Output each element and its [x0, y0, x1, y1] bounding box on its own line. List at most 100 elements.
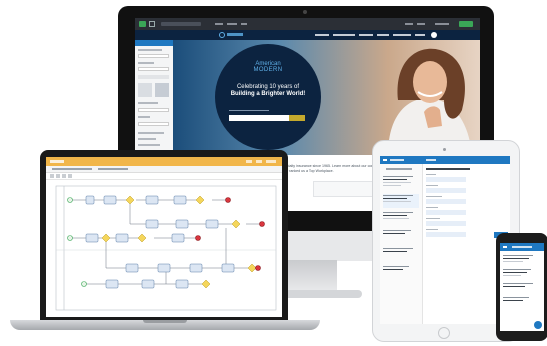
add-button[interactable] — [534, 321, 542, 329]
toolbar-item[interactable] — [417, 23, 425, 25]
list-heading — [386, 168, 412, 170]
field-label — [426, 174, 436, 175]
site-nav-item[interactable] — [333, 34, 355, 36]
field-value[interactable] — [426, 177, 466, 182]
menu-icon[interactable] — [503, 246, 507, 248]
tool-icon[interactable] — [50, 174, 54, 178]
field-value[interactable] — [426, 221, 466, 226]
diagram-tab-bar — [46, 166, 282, 173]
field-label — [426, 218, 440, 219]
site-header — [135, 30, 480, 40]
quote-button[interactable] — [289, 115, 305, 121]
header-action[interactable] — [246, 160, 252, 163]
toolbar-item[interactable] — [227, 23, 237, 25]
tablet-app-header — [380, 156, 510, 164]
site-nav-item[interactable] — [359, 34, 373, 36]
site-logo-wordmark — [227, 33, 243, 36]
hero-banner: American MODERN Celebrating 10 years of … — [173, 40, 480, 155]
list-item[interactable] — [383, 230, 419, 244]
field-value[interactable] — [426, 199, 466, 204]
field-value[interactable] — [426, 210, 466, 215]
side-panel-header — [135, 40, 173, 46]
toolbar-item[interactable] — [215, 23, 223, 25]
user-avatar[interactable] — [431, 32, 437, 38]
list-item[interactable] — [383, 248, 419, 262]
laptop-screen — [46, 157, 282, 317]
menu-icon[interactable] — [383, 159, 387, 161]
zip-code-input[interactable] — [229, 115, 289, 121]
phone-app-header — [500, 243, 544, 251]
toolbar-item[interactable] — [241, 23, 247, 25]
content-card[interactable] — [313, 181, 375, 197]
diagram-tab[interactable] — [52, 168, 92, 170]
phone-list-item[interactable] — [503, 255, 541, 267]
field-label — [426, 196, 442, 197]
monitor-camera — [303, 10, 307, 14]
hero-circle: American MODERN Celebrating 10 years of … — [215, 44, 321, 150]
app-logo — [50, 160, 64, 163]
hero-photo — [388, 48, 472, 155]
side-panel-field[interactable] — [138, 122, 169, 126]
header-title — [512, 246, 532, 248]
toolbar-item[interactable] — [405, 23, 413, 25]
detail-title — [426, 168, 470, 170]
tablet-camera — [443, 148, 446, 151]
hero-heading-line1: Celebrating 10 years of — [236, 84, 300, 90]
side-panel-label — [138, 144, 160, 146]
pages-icon[interactable] — [149, 21, 155, 27]
task-list — [380, 164, 423, 324]
field-label — [426, 207, 438, 208]
publish-button[interactable] — [459, 21, 473, 27]
site-logo-icon — [219, 32, 225, 38]
side-panel-label — [138, 116, 150, 118]
page-selector[interactable] — [161, 22, 201, 26]
phone-screen — [500, 243, 544, 331]
side-panel-label — [138, 138, 156, 140]
site-nav-item[interactable] — [393, 34, 411, 36]
side-panel-label — [138, 49, 162, 51]
tablet-home-button[interactable] — [438, 327, 450, 339]
side-panel-label — [138, 62, 154, 64]
phone-list-item[interactable] — [503, 297, 541, 309]
bpm-app-header — [46, 157, 282, 166]
tool-icon[interactable] — [68, 174, 72, 178]
phone-list-item[interactable] — [503, 283, 541, 295]
side-panel-field[interactable] — [138, 108, 169, 112]
field-label — [426, 185, 438, 186]
side-panel-thumbnail[interactable] — [155, 83, 169, 97]
tool-icon[interactable] — [62, 174, 66, 178]
phone-list-item[interactable] — [503, 269, 541, 281]
field-value[interactable] — [426, 232, 466, 237]
diagram-toolbar — [46, 173, 282, 180]
side-panel-label — [138, 102, 158, 104]
header-action[interactable] — [256, 160, 262, 163]
tablet-screen — [380, 156, 510, 324]
side-panel-field[interactable] — [138, 54, 169, 58]
diagram-tab[interactable] — [98, 168, 128, 170]
hero-form-label — [229, 110, 269, 111]
side-panel-section[interactable] — [138, 75, 169, 79]
hero-heading-line2: Building a Brighter World! — [230, 91, 306, 97]
site-nav-item[interactable] — [315, 34, 329, 36]
bpmn-diagram[interactable] — [46, 180, 282, 317]
field-value[interactable] — [426, 188, 466, 193]
list-item[interactable] — [383, 266, 419, 280]
site-nav-item[interactable] — [415, 34, 425, 36]
list-item[interactable] — [383, 212, 419, 226]
list-item[interactable] — [383, 176, 419, 190]
side-panel-label — [138, 132, 164, 134]
editor-logo-icon — [139, 21, 146, 27]
header-title — [426, 159, 436, 161]
field-label — [426, 229, 438, 230]
toolbar-item[interactable] — [435, 23, 449, 25]
side-panel-field[interactable] — [138, 67, 169, 71]
list-item-selected[interactable] — [383, 194, 419, 208]
header-action[interactable] — [266, 160, 276, 163]
hero-logo-line2: MODERN — [253, 67, 283, 73]
side-panel-thumbnail[interactable] — [138, 83, 152, 97]
editor-toolbar — [135, 18, 480, 30]
header-title — [390, 159, 404, 161]
tool-icon[interactable] — [56, 174, 60, 178]
laptop-notch — [143, 320, 187, 323]
site-nav-item[interactable] — [377, 34, 389, 36]
